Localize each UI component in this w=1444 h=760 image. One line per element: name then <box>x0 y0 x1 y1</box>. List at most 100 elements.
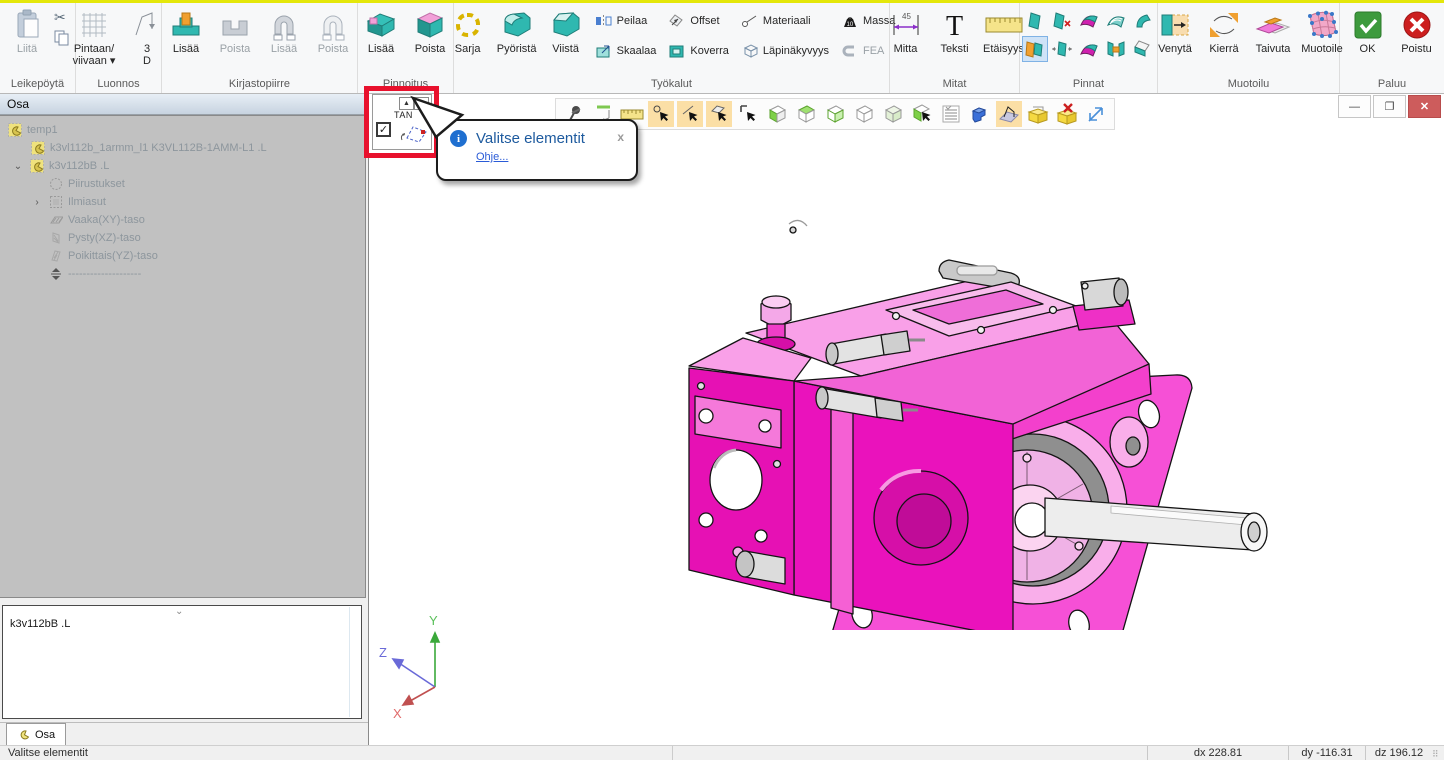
tree-item-plane-xy[interactable]: Vaaka(XY)-taso <box>0 211 365 229</box>
surface-plane-icon[interactable] <box>1022 8 1048 34</box>
svg-text:T: T <box>946 11 963 41</box>
axis-triad: Y Z X <box>377 611 461 719</box>
chamfer-icon <box>549 7 583 43</box>
library-add-button[interactable]: Lisää <box>162 4 210 56</box>
offset-label: Offset <box>690 15 719 27</box>
viewport-3d[interactable]: — ❐ ✕ <box>368 93 1444 745</box>
coating-remove-icon <box>413 7 447 43</box>
part-tab-icon <box>17 729 30 741</box>
cube-front-face-icon[interactable] <box>764 101 790 127</box>
library-arch-remove-button[interactable]: Poista <box>309 4 357 56</box>
ribbon-group-tools: Sarja Pyöristä Viistä Peilaa <box>454 3 890 93</box>
plane-xz-icon <box>48 231 63 245</box>
expand-icon[interactable]: › <box>31 197 43 208</box>
swap-view-icon[interactable] <box>1083 101 1109 127</box>
status-dx: dx 228.81 <box>1147 746 1288 760</box>
tree-item-k3vl112b[interactable]: k3vl112b_1armm_l1 K3VL112B-1AMM-L1 .L <box>0 139 365 157</box>
surface-clamp-icon[interactable] <box>1103 36 1129 62</box>
bend-icon <box>1255 7 1291 43</box>
pattern-button[interactable]: Sarja <box>444 4 492 56</box>
sketch-plane-icon[interactable] <box>996 101 1022 127</box>
ribbon: Liitä ✂ Leikepöytä Pintaan/ viivaan ▾ <box>0 3 1444 94</box>
ribbon-group-dimensions: 45 Mitta T Teksti Etäisyys Mitat <box>890 3 1020 93</box>
fillet-icon <box>500 7 534 43</box>
surface-swap-icon[interactable] <box>1022 36 1048 62</box>
chevron-down-icon[interactable]: ⌄ <box>175 606 183 617</box>
viewport-toolbar <box>555 98 1115 130</box>
tree-item-temp1[interactable]: temp1 <box>0 121 365 139</box>
pump-model-3d[interactable] <box>681 218 1301 630</box>
group-label-tools: Työkalut <box>457 77 886 93</box>
tree-item-plane-yz[interactable]: Poikittais(YZ)-taso <box>0 247 365 265</box>
group-label-faces: Pinnat <box>1023 77 1154 93</box>
material-button[interactable]: Materiaali <box>737 6 833 36</box>
library-remove-button[interactable]: Poista <box>211 4 259 56</box>
surface-move-icon[interactable] <box>1049 36 1075 62</box>
close-button[interactable]: ✕ <box>1408 95 1441 118</box>
surface-patch2-icon[interactable] <box>1076 36 1102 62</box>
model-tree[interactable]: temp1 k3vl112b_1armm_l1 K3VL112B-1AMM-L1… <box>0 115 366 598</box>
status-message: Valitse elementit <box>0 746 673 760</box>
transparency-button[interactable]: Läpinäkyvyys <box>737 36 833 66</box>
hollow-button[interactable]: Koverra <box>664 36 733 66</box>
tab-osa[interactable]: Osa <box>6 723 66 745</box>
coating-add-icon <box>364 7 398 43</box>
offset-icon <box>668 14 686 28</box>
restore-button[interactable]: ❐ <box>1373 95 1406 118</box>
paste-button[interactable]: Liitä <box>3 4 51 56</box>
drawer-delete-icon[interactable] <box>1054 101 1080 127</box>
mirror-button[interactable]: Peilaa <box>591 6 661 36</box>
cube-left-face-icon[interactable] <box>822 101 848 127</box>
select-face-icon[interactable] <box>706 101 732 127</box>
split-icon <box>48 267 63 281</box>
freeform-button[interactable]: Muotoile <box>1298 4 1346 56</box>
sketch-on-face-button[interactable]: Pintaan/ viivaan ▾ <box>66 4 122 68</box>
scale-button[interactable]: Skaalaa <box>591 36 661 66</box>
surface-patch-icon[interactable] <box>1076 8 1102 34</box>
resize-grip[interactable]: ⠿ <box>1432 749 1444 760</box>
pattern-icon <box>452 7 484 43</box>
minimize-button[interactable]: — <box>1338 95 1371 118</box>
fillet-button[interactable]: Pyöristä <box>493 4 541 56</box>
twist-button[interactable]: Kierrä <box>1200 4 1248 56</box>
list-icon[interactable] <box>938 101 964 127</box>
tree-item-drawings[interactable]: Piirustukset <box>0 175 365 193</box>
arch-remove-icon <box>317 7 349 43</box>
cube-top-face-icon[interactable] <box>793 101 819 127</box>
select-point-icon[interactable] <box>648 101 674 127</box>
tree-item-views[interactable]: › Ilmiasut <box>0 193 365 211</box>
arch-add-icon <box>268 7 300 43</box>
cube-solid-icon[interactable] <box>880 101 906 127</box>
text-button[interactable]: T Teksti <box>931 4 979 56</box>
drawer-open-icon[interactable] <box>1025 101 1051 127</box>
hint-close-icon[interactable]: x <box>617 130 628 144</box>
dimension-button[interactable]: 45 Mitta <box>882 4 930 56</box>
exit-button[interactable]: Poistu <box>1393 4 1441 56</box>
cube-outline-icon[interactable] <box>851 101 877 127</box>
stretch-button[interactable]: Venytä <box>1151 4 1199 56</box>
ok-button[interactable]: OK <box>1344 4 1392 56</box>
stretch-label: Venytä <box>1158 43 1192 55</box>
collapse-icon[interactable]: ⌄ <box>12 161 24 172</box>
dimension-icon: 45 <box>889 7 923 43</box>
offset-button[interactable]: Offset <box>664 6 733 36</box>
select-solid-icon[interactable] <box>735 101 761 127</box>
tree-item-k3v112bB[interactable]: ⌄ k3v112bB .L <box>0 157 365 175</box>
select-edge-icon[interactable] <box>677 101 703 127</box>
surface-striped-icon[interactable] <box>1103 8 1129 34</box>
tree-item-plane-xz[interactable]: Pysty(XZ)-taso <box>0 229 365 247</box>
hollow-icon <box>668 44 686 58</box>
chamfer-button[interactable]: Viistä <box>542 4 590 56</box>
part-icon <box>7 123 22 137</box>
cube-pick-icon[interactable] <box>909 101 935 127</box>
coating-add-button[interactable]: Lisää <box>357 4 405 56</box>
selected-part-listbox[interactable]: ⌄ k3v112bB .L <box>2 605 362 719</box>
library-arch-add-button[interactable]: Lisää <box>260 4 308 56</box>
surface-delete-icon[interactable] <box>1049 8 1075 34</box>
plane-xy-icon <box>48 213 63 227</box>
help-link[interactable]: Ohje... <box>476 151 508 163</box>
bend-button[interactable]: Taivuta <box>1249 4 1297 56</box>
tree-item-separator[interactable]: -------------------- <box>0 265 365 283</box>
part-blue-icon[interactable] <box>967 101 993 127</box>
exit-label: Poistu <box>1401 43 1432 55</box>
